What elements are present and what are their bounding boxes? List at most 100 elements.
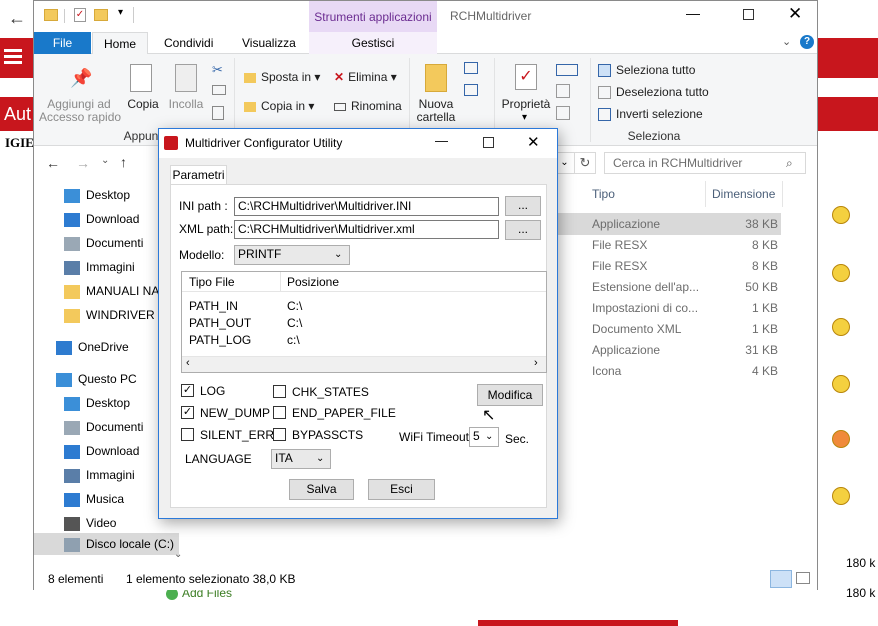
- nav-item[interactable]: Download: [64, 443, 139, 459]
- file-size[interactable]: 31 KB: [712, 342, 778, 358]
- dialog-maximize-button[interactable]: [483, 137, 494, 148]
- tab-view[interactable]: Visualizza: [232, 32, 306, 54]
- nav-item[interactable]: Immagini: [64, 259, 135, 275]
- column-size[interactable]: Dimensione: [712, 187, 775, 201]
- maximize-button[interactable]: [743, 9, 754, 20]
- silent-err-checkbox[interactable]: [181, 428, 194, 441]
- recent-locations-icon[interactable]: ⌄: [101, 155, 109, 166]
- new-folder-button[interactable]: Nuova cartella: [414, 98, 458, 124]
- select-all-button[interactable]: Seleziona tutto: [598, 61, 695, 79]
- file-size[interactable]: 50 KB: [712, 279, 778, 295]
- search-input[interactable]: Cerca in RCHMultidriver: [604, 152, 806, 174]
- properties-button[interactable]: Proprietà: [500, 98, 552, 111]
- nav-item[interactable]: Desktop: [64, 395, 130, 411]
- deselect-all-button[interactable]: Deseleziona tutto: [598, 83, 709, 101]
- exit-button[interactable]: Esci: [368, 479, 435, 500]
- copy-button[interactable]: Copia: [124, 98, 162, 111]
- easy-access-icon[interactable]: [464, 84, 478, 96]
- nav-item[interactable]: MANUALI NA: [64, 283, 159, 299]
- nav-item[interactable]: Immagini: [64, 467, 135, 483]
- forward-icon[interactable]: →: [76, 155, 90, 171]
- pin-quick-access-button[interactable]: Aggiungi ad Accesso rapido: [39, 98, 121, 124]
- open-icon[interactable]: [556, 64, 578, 76]
- scroll-down-icon[interactable]: ⌄: [174, 549, 182, 560]
- copy-to-button[interactable]: Copia in ▾: [244, 97, 314, 115]
- end-paper-file-checkbox[interactable]: [273, 406, 286, 419]
- paste-shortcut-icon[interactable]: [212, 106, 224, 120]
- nav-item[interactable]: OneDrive: [56, 339, 129, 355]
- ini-browse-button[interactable]: ...: [505, 196, 541, 216]
- refresh-icon[interactable]: ↻: [574, 152, 596, 174]
- move-to-button[interactable]: Sposta in ▾: [244, 68, 320, 86]
- delete-button[interactable]: ✕ Elimina ▾: [334, 68, 397, 86]
- table-cell-position[interactable]: C:\: [287, 316, 302, 330]
- history-icon[interactable]: [556, 106, 570, 120]
- tab-share[interactable]: Condividi: [154, 32, 223, 54]
- ini-path-input[interactable]: C:\RCHMultidriver\Multidriver.INI: [234, 197, 499, 216]
- xml-path-input[interactable]: C:\RCHMultidriver\Multidriver.xml: [234, 220, 499, 239]
- file-type[interactable]: Documento XML: [592, 321, 681, 337]
- close-button[interactable]: ✕: [788, 4, 802, 24]
- dialog-minimize-button[interactable]: —: [435, 133, 448, 148]
- file-size[interactable]: 38 KB: [712, 216, 778, 232]
- table-cell-type[interactable]: PATH_OUT: [189, 316, 251, 330]
- file-size[interactable]: 1 KB: [712, 321, 778, 337]
- log-checkbox[interactable]: ✓: [181, 384, 194, 397]
- file-type[interactable]: Applicazione: [592, 216, 660, 232]
- file-size[interactable]: 4 KB: [712, 363, 778, 379]
- table-cell-type[interactable]: PATH_IN: [189, 299, 238, 313]
- table-header-position[interactable]: Posizione: [287, 275, 339, 289]
- minimize-button[interactable]: —: [686, 5, 700, 21]
- table-cell-position[interactable]: C:\: [287, 299, 302, 313]
- tab-home[interactable]: Home: [92, 32, 148, 54]
- xml-browse-button[interactable]: ...: [505, 220, 541, 240]
- model-select[interactable]: PRINTF ⌄: [234, 245, 350, 265]
- copy-path-icon[interactable]: [212, 85, 226, 95]
- nav-item[interactable]: Documenti: [64, 419, 143, 435]
- file-type[interactable]: Estensione dell'ap...: [592, 279, 699, 295]
- modify-button[interactable]: Modifica: [477, 384, 543, 406]
- cut-icon[interactable]: ✂: [212, 62, 223, 78]
- large-icons-view-icon[interactable]: [796, 572, 810, 584]
- nav-item[interactable]: Download: [64, 211, 139, 227]
- nav-item[interactable]: Documenti: [64, 235, 143, 251]
- nav-item[interactable]: Questo PC: [56, 371, 137, 387]
- file-size[interactable]: 8 KB: [712, 258, 778, 274]
- paths-table[interactable]: Tipo File Posizione PATH_IN C:\ PATH_OUT C:…: [181, 271, 547, 373]
- file-type[interactable]: Impostazioni di co...: [592, 300, 698, 316]
- file-type[interactable]: Icona: [592, 363, 621, 379]
- file-size[interactable]: 8 KB: [712, 237, 778, 253]
- wifi-timeout-select[interactable]: 5 ⌄: [469, 427, 499, 447]
- nav-item[interactable]: WINDRIVER P: [64, 307, 166, 323]
- file-type[interactable]: Applicazione: [592, 342, 660, 358]
- tab-file[interactable]: File: [34, 32, 91, 54]
- rename-button[interactable]: Rinomina: [334, 97, 402, 115]
- nav-item[interactable]: Musica: [64, 491, 124, 507]
- help-icon[interactable]: ?: [800, 35, 814, 49]
- scroll-right-icon[interactable]: ›: [534, 357, 538, 369]
- chevron-down-icon[interactable]: ⌄: [782, 35, 791, 48]
- dialog-close-button[interactable]: ✕: [527, 133, 540, 151]
- horizontal-scrollbar[interactable]: ‹ ›: [182, 356, 546, 372]
- file-size[interactable]: 1 KB: [712, 300, 778, 316]
- tab-parametri[interactable]: Parametri: [170, 165, 227, 185]
- save-button[interactable]: Salva: [289, 479, 354, 500]
- new-folder-quick-icon[interactable]: [94, 9, 108, 21]
- new-item-icon[interactable]: [464, 62, 478, 74]
- tab-manage[interactable]: Gestisci: [309, 32, 437, 54]
- chk-states-checkbox[interactable]: [273, 385, 286, 398]
- nav-item[interactable]: Desktop: [64, 187, 130, 203]
- table-cell-position[interactable]: c:\: [287, 333, 300, 347]
- new-dump-checkbox[interactable]: ✓: [181, 406, 194, 419]
- file-type[interactable]: File RESX: [592, 237, 647, 253]
- scroll-left-icon[interactable]: ‹: [186, 357, 190, 369]
- invert-selection-button[interactable]: Inverti selezione: [598, 105, 703, 123]
- language-select[interactable]: ITA ⌄: [271, 449, 331, 469]
- paste-button[interactable]: Incolla: [164, 98, 208, 111]
- edit-icon[interactable]: [556, 84, 570, 98]
- properties-quick-icon[interactable]: ✓: [74, 8, 86, 22]
- bypasscts-checkbox[interactable]: [273, 428, 286, 441]
- column-type[interactable]: Tipo: [592, 187, 615, 201]
- customize-quick-access-icon[interactable]: ▾: [118, 7, 123, 18]
- table-header-type[interactable]: Tipo File: [189, 275, 235, 289]
